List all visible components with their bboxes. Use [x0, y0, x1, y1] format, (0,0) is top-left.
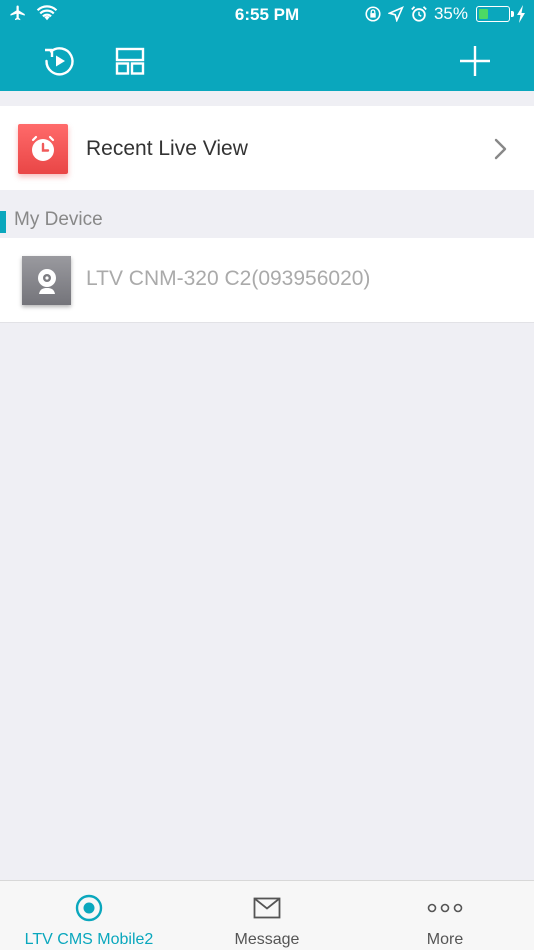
playback-icon [45, 47, 74, 76]
device-row[interactable]: LTV CNM-320 C2(093956020) [0, 238, 534, 323]
battery-icon [476, 6, 514, 22]
plus-icon [460, 46, 490, 76]
webcam-icon [37, 268, 56, 294]
tab-bar: LTV CMS Mobile2 Message More [0, 880, 534, 950]
section-marker [0, 211, 6, 233]
recent-live-view-icon-tile [18, 124, 68, 174]
section-title: My Device [14, 209, 103, 230]
tab-live[interactable]: LTV CMS Mobile2 [0, 881, 178, 950]
layout-button[interactable] [111, 42, 149, 80]
battery-percentage: 35% [433, 4, 468, 23]
rotation-lock-icon [365, 6, 381, 22]
layout-grid-icon [115, 47, 145, 75]
location-icon [387, 6, 404, 22]
tab-message[interactable]: Message [178, 881, 356, 950]
battery-fill [479, 9, 488, 19]
tab-live-label: LTV CMS Mobile2 [24, 931, 154, 948]
tab-message-label: Message [234, 931, 300, 948]
live-icon [75, 894, 103, 922]
tab-more-label: More [426, 931, 464, 948]
device-name: LTV CNM-320 C2(093956020) [86, 267, 371, 290]
envelope-icon [253, 897, 281, 919]
add-device-button[interactable] [456, 42, 494, 80]
nav-bar [0, 30, 534, 91]
clock-icon [31, 135, 55, 161]
my-device-section-header: My Device [0, 203, 534, 237]
playback-button[interactable] [40, 42, 78, 80]
charging-icon [517, 5, 525, 23]
recent-live-view-label: Recent Live View [86, 137, 248, 160]
device-icon-tile [22, 256, 71, 305]
more-dots-icon [427, 903, 463, 913]
chevron-right-icon [494, 138, 507, 160]
status-bar: 6:55 PM 35% [0, 0, 534, 30]
alarm-icon [411, 6, 427, 22]
recent-live-view-row[interactable]: Recent Live View [0, 106, 534, 190]
tab-more[interactable]: More [356, 881, 534, 950]
